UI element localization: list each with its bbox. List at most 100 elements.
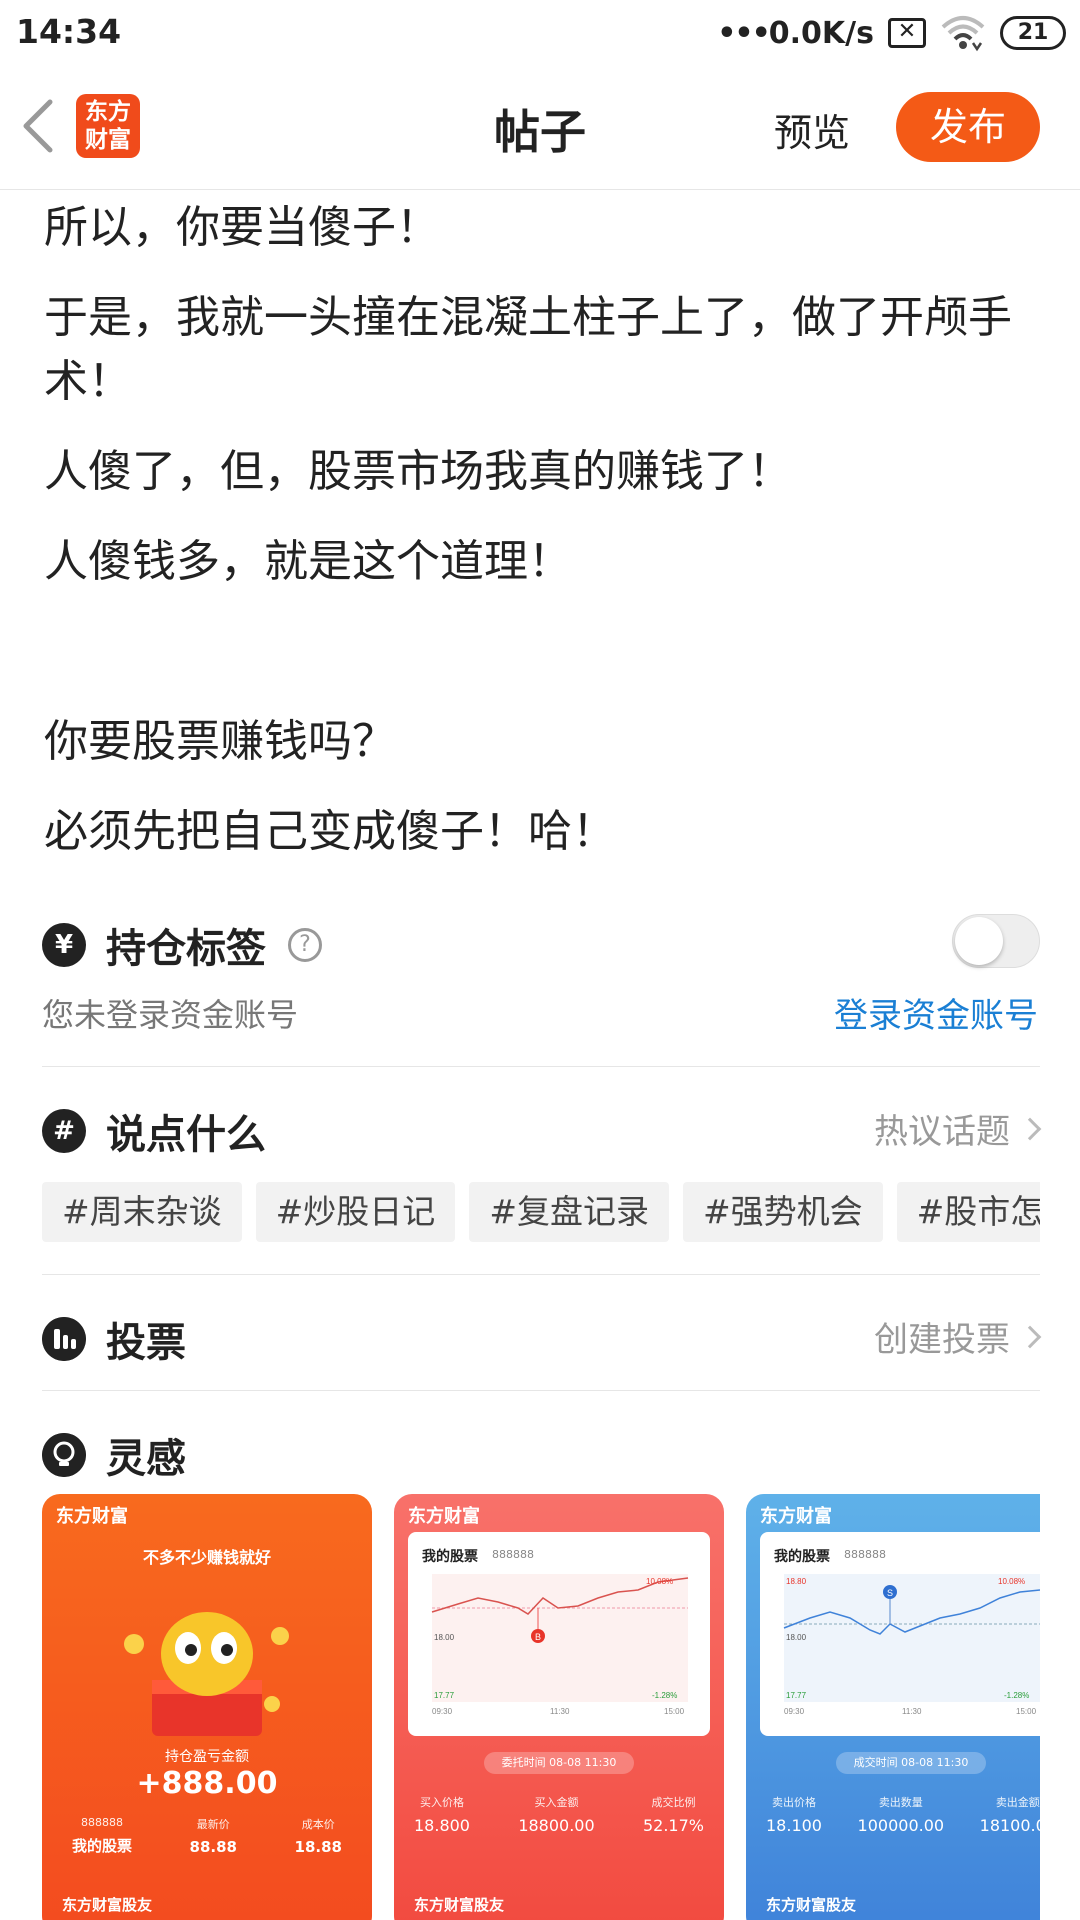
- yen-icon: ¥: [42, 923, 86, 967]
- panel-code: 888888: [844, 1548, 886, 1561]
- chart-mid-label: 18.00: [434, 1633, 455, 1642]
- holding-tag-toggle[interactable]: [952, 914, 1040, 968]
- card-stat: 最新价 88.88: [190, 1816, 237, 1856]
- battery-icon: 21: [1000, 16, 1066, 50]
- card-stats: 卖出价格 18.100 卖出数量 100000.00 卖出金额 18100.00: [766, 1794, 1040, 1835]
- stock-chart-panel: 我的股票 888888 B 10.08% 18.00 17.77 -1.28% …: [408, 1532, 710, 1736]
- chevron-right-icon: [1018, 1325, 1042, 1348]
- inspiration-cards: 东方财富 不多不少赚钱就好 持仓盈亏金额 +888.00 888888 我的股票 …: [42, 1494, 1040, 1920]
- stat-key: 成交比例: [651, 1796, 696, 1809]
- chevron-right-icon: [1018, 1117, 1042, 1140]
- card-profit-amount: +888.00: [136, 1766, 278, 1801]
- stat-key: 888888: [81, 1816, 123, 1829]
- topic-tags: #周末杂谈#炒股日记#复盘记录#强势机会#股市怎么看: [42, 1182, 1040, 1242]
- topic-tag[interactable]: #复盘记录: [469, 1182, 669, 1242]
- card-stat: 卖出数量 100000.00: [858, 1794, 945, 1835]
- buy-marker: B: [535, 1632, 541, 1642]
- card-stat: 成本价 18.88: [295, 1816, 342, 1856]
- inspiration-header: 灵感: [42, 1426, 186, 1484]
- panel-code: 888888: [492, 1548, 534, 1561]
- topic-tag[interactable]: #强势机会: [682, 1182, 883, 1242]
- inspiration-card-profit[interactable]: 东方财富 不多不少赚钱就好 持仓盈亏金额 +888.00 888888 我的股票 …: [42, 1494, 372, 1920]
- network-speed-value: 0.0K/s: [768, 15, 874, 51]
- stat-value: 18.800: [414, 1816, 470, 1835]
- post-line: 于是，我就一头撞在混凝土柱子上了，做了开颅手术！: [44, 292, 1012, 407]
- post-blank-line: [44, 620, 1044, 684]
- chart-time-mid: 11:30: [902, 1707, 922, 1716]
- stat-key: 买入价格: [419, 1796, 464, 1809]
- stat-key: 买入金额: [534, 1796, 579, 1809]
- help-icon[interactable]: ?: [288, 928, 322, 962]
- holding-tag-title: 持仓标签: [106, 926, 266, 972]
- post-line: 人傻钱多，就是这个道理！: [44, 536, 572, 587]
- no-sim-icon: ✕: [888, 18, 926, 48]
- card-brand: 东方财富: [760, 1506, 832, 1527]
- chart-low-label: 17.77: [434, 1691, 455, 1700]
- chart-time-mid: 11:30: [550, 1707, 570, 1716]
- stat-value: 18100.00: [979, 1816, 1040, 1835]
- stat-key: 卖出价格: [771, 1796, 816, 1809]
- battery-level: 21: [1017, 20, 1049, 45]
- card-footer: 东方财富股友: [766, 1896, 857, 1914]
- card-stat: 买入价格 18.800: [414, 1794, 470, 1835]
- hot-topics-link[interactable]: 热议话题: [874, 1104, 1042, 1153]
- create-vote-link[interactable]: 创建投票: [874, 1312, 1042, 1361]
- vote-chart-icon: [42, 1317, 86, 1361]
- stat-value: 88.88: [189, 1838, 237, 1856]
- order-time-pill: 委托时间 08-08 11:30: [484, 1752, 634, 1774]
- inspiration-card-sell[interactable]: 东方财富 我的股票 888888 S 18.80 10.08% 18.00 17…: [746, 1494, 1040, 1920]
- post-line: 所以，你要当傻子！: [44, 202, 440, 253]
- topic-tag[interactable]: #炒股日记: [255, 1182, 456, 1242]
- card-footer: 东方财富股友: [414, 1896, 505, 1914]
- stat-value: 18.88: [294, 1838, 342, 1856]
- holding-tag-header: ¥ 持仓标签 ?: [42, 916, 322, 974]
- stat-key: 卖出金额: [995, 1796, 1040, 1809]
- topics-title: 说点什么: [106, 1112, 266, 1158]
- chart-low-label: 17.77: [786, 1691, 807, 1700]
- divider: [42, 1390, 1040, 1391]
- vote-title: 投票: [106, 1320, 186, 1366]
- create-vote-label: 创建投票: [874, 1320, 1010, 1360]
- card-stat: 卖出金额 18100.00: [980, 1794, 1040, 1835]
- divider: [42, 1274, 1040, 1275]
- topic-tag[interactable]: #股市怎么看: [896, 1182, 1040, 1242]
- wifi-icon: [941, 16, 985, 52]
- status-bar: 14:34 •••0.0K/s ✕ 21: [0, 0, 1080, 66]
- account-hint: 您未登录资金账号: [42, 996, 299, 1034]
- vote-header: 投票: [42, 1310, 186, 1368]
- card-brand: 东方财富: [56, 1506, 128, 1527]
- card-stat: 买入金额 18800.00: [518, 1794, 594, 1835]
- post-line: 必须先把自己变成傻子！哈！: [44, 806, 616, 857]
- post-line: 你要股票赚钱吗？: [44, 716, 396, 767]
- card-slogan: 不多不少赚钱就好: [142, 1548, 271, 1567]
- topic-tag[interactable]: #周末杂谈: [42, 1182, 242, 1242]
- card-stat: 成交比例 52.17%: [643, 1794, 704, 1835]
- preview-button[interactable]: 预览: [774, 102, 850, 157]
- stock-chart-panel: 我的股票 888888 S 18.80 10.08% 18.00 17.77 -…: [760, 1532, 1040, 1736]
- chart-mid-label: 18.00: [786, 1633, 807, 1642]
- card-brand: 东方财富: [408, 1506, 480, 1527]
- card-footer: 东方财富股友: [62, 1896, 153, 1914]
- stat-key: 卖出数量: [878, 1796, 923, 1809]
- inspiration-card-buy[interactable]: 东方财富 我的股票 888888 B 10.08% 18.00 17.77 -1…: [394, 1494, 724, 1920]
- sell-marker: S: [887, 1588, 893, 1598]
- stat-value: 我的股票: [72, 1837, 133, 1855]
- stat-value: 18800.00: [518, 1816, 595, 1835]
- chart-time-start: 09:30: [432, 1707, 453, 1716]
- card-stats: 888888 我的股票 最新价 88.88 成本价 18.88: [72, 1816, 342, 1856]
- card-profit-label: 持仓盈亏金额: [165, 1749, 249, 1765]
- stat-value: 100000.00: [857, 1816, 945, 1835]
- post-line: 人傻了，但，股票市场我真的赚钱了！: [44, 446, 792, 497]
- status-time: 14:34: [16, 12, 122, 51]
- card-stat: 888888 我的股票: [72, 1816, 132, 1856]
- chart-time-end: 15:00: [664, 1707, 685, 1716]
- chart-low-pct: -1.28%: [1004, 1691, 1029, 1700]
- panel-title: 我的股票: [422, 1549, 478, 1565]
- login-account-link[interactable]: 登录资金账号: [834, 988, 1038, 1037]
- stat-value: 18.100: [766, 1816, 822, 1835]
- toggle-knob: [955, 917, 1003, 965]
- publish-button[interactable]: 发布: [896, 92, 1040, 162]
- status-icons: •••0.0K/s ✕ 21: [717, 12, 1066, 54]
- panel-title: 我的股票: [774, 1549, 830, 1565]
- post-content[interactable]: 所以，你要当傻子！ 于是，我就一头撞在混凝土柱子上了，做了开颅手术！ 人傻了，但…: [44, 196, 1044, 890]
